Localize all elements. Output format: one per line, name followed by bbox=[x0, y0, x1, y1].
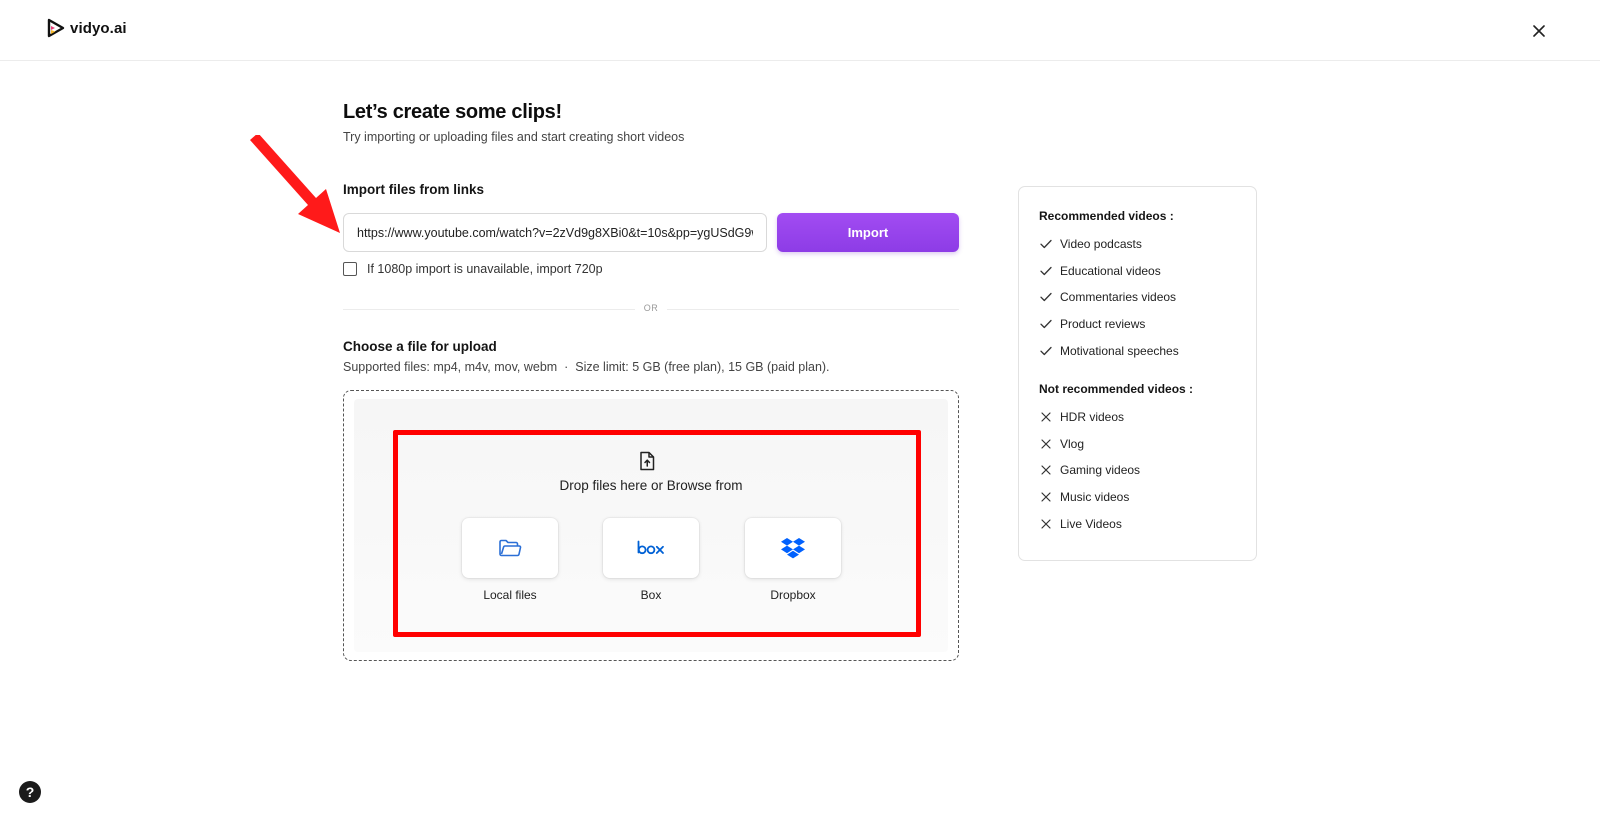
recommended-item-label: Educational videos bbox=[1060, 263, 1161, 278]
not-recommended-heading: Not recommended videos : bbox=[1039, 382, 1194, 396]
box-logo-icon bbox=[637, 540, 664, 555]
check-icon bbox=[1039, 290, 1053, 304]
recommended-list: Video podcasts Educational videos Commen… bbox=[1039, 231, 1179, 364]
x-icon bbox=[1039, 410, 1053, 424]
top-bar: vidyo.ai bbox=[0, 0, 1600, 61]
dropbox-button[interactable] bbox=[745, 518, 841, 578]
list-item: Live Videos bbox=[1039, 510, 1140, 537]
dropbox-logo-icon bbox=[781, 538, 805, 559]
list-item: HDR videos bbox=[1039, 404, 1140, 431]
or-text: OR bbox=[643, 303, 659, 313]
drop-files-text: Drop files here or Browse from bbox=[559, 478, 743, 493]
box-button[interactable] bbox=[603, 518, 699, 578]
url-input[interactable] bbox=[343, 213, 767, 252]
box-label: Box bbox=[640, 588, 662, 602]
page-subtitle: Try importing or uploading files and sta… bbox=[343, 130, 685, 144]
not-recommended-item-label: HDR videos bbox=[1060, 410, 1125, 425]
video-recommendations-panel: Recommended videos : Video podcasts Educ… bbox=[1018, 186, 1257, 561]
divider-line-left bbox=[343, 309, 635, 310]
list-item: Motivational speeches bbox=[1039, 337, 1179, 364]
help-button[interactable]: ? bbox=[19, 781, 41, 803]
list-item: Music videos bbox=[1039, 484, 1140, 511]
supported-files-text: Supported files: mp4, m4v, mov, webm · S… bbox=[343, 360, 830, 374]
not-recommended-item-label: Live Videos bbox=[1060, 516, 1122, 531]
close-button[interactable] bbox=[1528, 20, 1550, 42]
page-title: Let’s create some clips! bbox=[343, 101, 562, 123]
not-recommended-list: HDR videos Vlog Gaming videos Music vide… bbox=[1039, 404, 1140, 537]
not-recommended-item-label: Music videos bbox=[1060, 490, 1130, 505]
close-icon bbox=[1533, 25, 1545, 37]
check-icon bbox=[1039, 237, 1053, 251]
file-upload-icon bbox=[640, 451, 655, 471]
import-button[interactable]: Import bbox=[777, 213, 959, 252]
x-icon bbox=[1039, 437, 1053, 451]
list-item: Vlog bbox=[1039, 431, 1140, 458]
logo-text: vidyo.ai bbox=[70, 19, 127, 37]
divider-line-right bbox=[667, 309, 959, 310]
upload-section-label: Choose a file for upload bbox=[343, 339, 497, 354]
recommended-item-label: Commentaries videos bbox=[1060, 290, 1177, 305]
list-item: Gaming videos bbox=[1039, 457, 1140, 484]
vidyo-logo[interactable]: vidyo.ai bbox=[46, 18, 127, 38]
recommended-heading: Recommended videos : bbox=[1039, 209, 1174, 223]
recommended-item-label: Video podcasts bbox=[1060, 237, 1142, 252]
recommended-item-label: Product reviews bbox=[1060, 317, 1146, 332]
list-item: Educational videos bbox=[1039, 258, 1179, 285]
annotation-arrow bbox=[250, 135, 340, 233]
not-recommended-item-label: Gaming videos bbox=[1060, 463, 1141, 478]
local-files-label: Local files bbox=[483, 588, 537, 602]
x-icon bbox=[1039, 517, 1053, 531]
check-icon bbox=[1039, 264, 1053, 278]
list-item: Product reviews bbox=[1039, 311, 1179, 338]
720p-fallback-label: If 1080p import is unavailable, import 7… bbox=[367, 262, 603, 276]
folder-icon bbox=[499, 539, 522, 557]
not-recommended-item-label: Vlog bbox=[1060, 436, 1085, 451]
import-section-label: Import files from links bbox=[343, 182, 485, 197]
dropbox-label: Dropbox bbox=[770, 588, 816, 602]
check-icon bbox=[1039, 344, 1053, 358]
or-divider: OR bbox=[343, 303, 959, 317]
local-files-button[interactable] bbox=[462, 518, 558, 578]
vidyo-logo-icon bbox=[47, 18, 65, 38]
recommended-item-label: Motivational speeches bbox=[1060, 343, 1179, 358]
720p-fallback-checkbox[interactable] bbox=[343, 262, 357, 276]
x-icon bbox=[1039, 490, 1053, 504]
check-icon bbox=[1039, 317, 1053, 331]
list-item: Video podcasts bbox=[1039, 231, 1179, 258]
720p-fallback-option[interactable]: If 1080p import is unavailable, import 7… bbox=[343, 262, 603, 276]
help-icon: ? bbox=[25, 784, 35, 800]
list-item: Commentaries videos bbox=[1039, 284, 1179, 311]
x-icon bbox=[1039, 463, 1053, 477]
